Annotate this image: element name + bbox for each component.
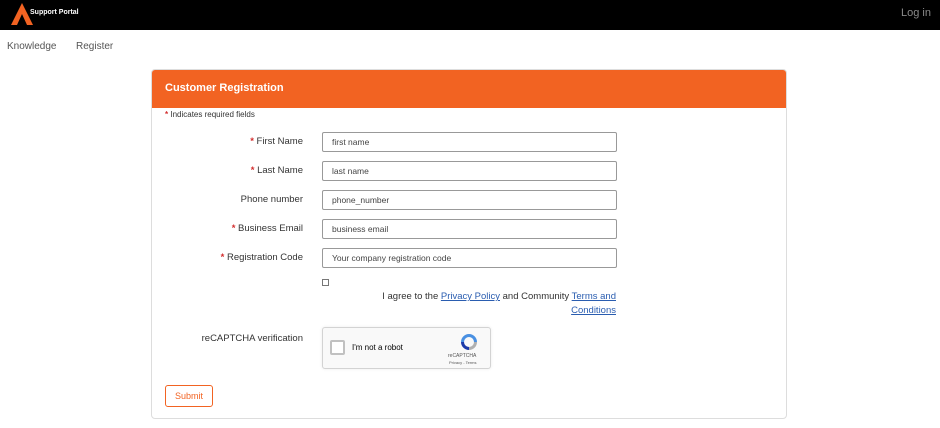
registration-card: Customer Registration * Indicates requir…: [151, 69, 787, 419]
agree-middle: and Community: [502, 291, 570, 302]
recaptcha-text: I'm not a robot: [352, 343, 403, 352]
first-name-label-text: First Name: [256, 136, 303, 147]
phone-number-label: Phone number: [241, 194, 303, 205]
business-email-input[interactable]: [322, 219, 617, 239]
nav-item-knowledge[interactable]: Knowledge: [7, 41, 56, 52]
submit-button[interactable]: Submit: [165, 385, 213, 407]
last-name-input[interactable]: [322, 161, 617, 181]
required-star: *: [231, 223, 236, 234]
business-email-label-text: Business Email: [238, 223, 303, 234]
required-star: *: [250, 165, 255, 176]
phone-number-label-text: Phone number: [240, 194, 303, 205]
required-star: *: [220, 252, 225, 263]
last-name-label: * Last Name: [251, 165, 303, 176]
required-note-text: Indicates required fields: [170, 110, 255, 119]
privacy-policy-link[interactable]: Privacy Policy: [441, 291, 500, 302]
first-name-label: * First Name: [250, 136, 303, 147]
terms-conditions-link[interactable]: Terms and Conditions: [571, 291, 616, 316]
top-bar: Support Portal Log in: [0, 0, 940, 30]
business-email-label: * Business Email: [232, 223, 303, 234]
brand-name: Support Portal: [30, 9, 79, 16]
recaptcha-checkbox[interactable]: [330, 340, 345, 355]
agree-terms-text: I agree to the Privacy Policy and Commun…: [356, 290, 616, 318]
phone-number-input[interactable]: [322, 190, 617, 210]
login-link[interactable]: Log in: [901, 7, 931, 19]
form-title: Customer Registration: [165, 82, 284, 94]
recaptcha-links[interactable]: Privacy - Terms: [449, 360, 476, 365]
first-name-input[interactable]: [322, 132, 617, 152]
required-star: *: [250, 136, 254, 147]
required-star: *: [165, 110, 169, 119]
registration-code-input[interactable]: [322, 248, 617, 268]
card-header: Customer Registration: [152, 70, 786, 108]
required-fields-note: * Indicates required fields: [165, 110, 255, 119]
recaptcha-widget: I'm not a robot reCAPTCHA Privacy - Term…: [322, 327, 491, 369]
recaptcha-label: reCAPTCHA verification: [201, 333, 303, 344]
registration-code-label-text: Registration Code: [226, 252, 303, 263]
registration-code-label: * Registration Code: [221, 252, 303, 263]
recaptcha-brand: reCAPTCHA: [448, 353, 477, 359]
agree-terms-checkbox[interactable]: [322, 279, 329, 286]
recaptcha-logo-icon: [461, 334, 477, 350]
nav-item-register[interactable]: Register: [76, 41, 113, 52]
last-name-label-text: Last Name: [257, 165, 303, 176]
agree-prefix: I agree to the: [382, 291, 439, 302]
